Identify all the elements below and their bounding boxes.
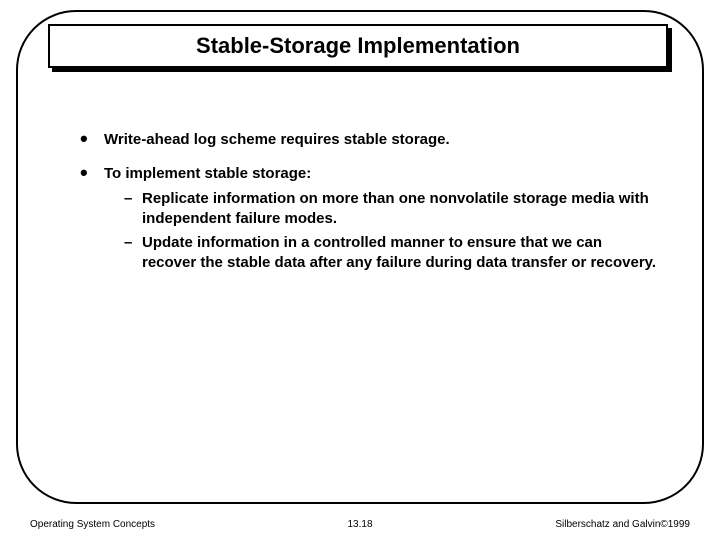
footer: Operating System Concepts 13.18 Silbersc…: [30, 519, 690, 530]
footer-page-number: 13.18: [347, 519, 372, 530]
sub-bullet-text: Replicate information on more than one n…: [142, 189, 660, 230]
sub-bullet-item: – Update information in a controlled man…: [104, 233, 660, 274]
footer-left: Operating System Concepts: [30, 519, 155, 530]
slide-title: Stable-Storage Implementation: [196, 33, 520, 59]
bullet-text: Write-ahead log scheme requires stable s…: [104, 130, 660, 150]
dash-icon: –: [124, 233, 142, 274]
sub-bullet-text: Update information in a controlled manne…: [142, 233, 660, 274]
bullet-group: To implement stable storage: – Replicate…: [104, 164, 660, 273]
bullet-item: • To implement stable storage: – Replica…: [80, 164, 660, 273]
content-area: • Write-ahead log scheme requires stable…: [80, 130, 660, 288]
footer-right: Silberschatz and Galvin©1999: [555, 519, 690, 530]
bullet-dot-icon: •: [80, 164, 104, 273]
bullet-text: To implement stable storage:: [104, 164, 660, 184]
bullet-dot-icon: •: [80, 130, 104, 150]
bullet-item: • Write-ahead log scheme requires stable…: [80, 130, 660, 150]
title-box: Stable-Storage Implementation: [48, 24, 668, 68]
sub-bullet-item: – Replicate information on more than one…: [104, 189, 660, 230]
dash-icon: –: [124, 189, 142, 230]
